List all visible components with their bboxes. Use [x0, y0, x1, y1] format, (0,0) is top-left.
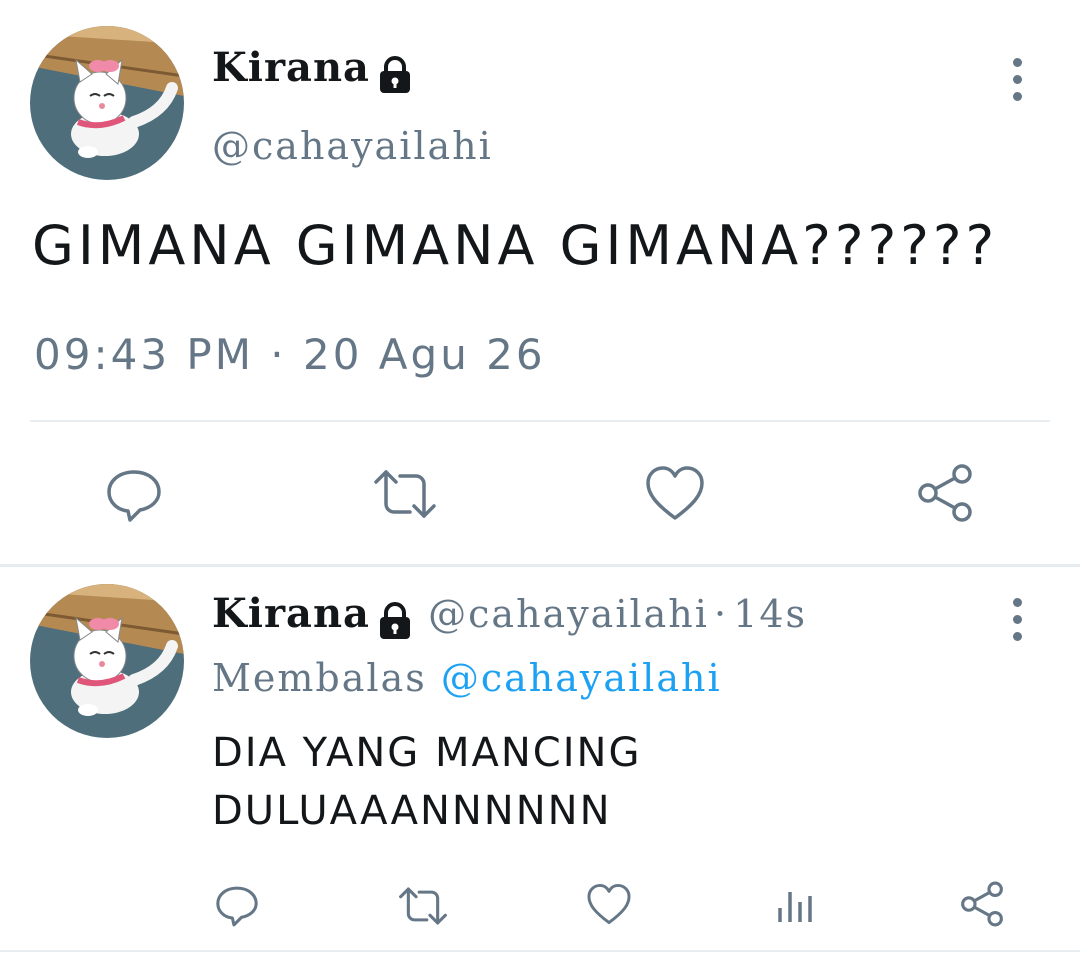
- tweet-text-line: DIA YANG MANCING: [212, 730, 642, 776]
- reply-prefix: Membalas: [212, 656, 427, 700]
- like-icon[interactable]: [586, 882, 632, 930]
- reply-icon[interactable]: [104, 464, 164, 528]
- tweet-age: 14s: [733, 592, 808, 636]
- lock-icon: [375, 601, 415, 645]
- display-name[interactable]: Kirana: [212, 44, 370, 91]
- divider: [0, 950, 1080, 952]
- avatar[interactable]: [30, 26, 184, 180]
- tweet-text: GIMANA GIMANA GIMANA??????: [32, 214, 999, 277]
- user-handle[interactable]: @cahayailahi: [212, 124, 493, 168]
- user-handle[interactable]: @cahayailahi: [428, 592, 709, 636]
- divider: [30, 420, 1050, 422]
- share-icon[interactable]: [958, 880, 1006, 932]
- retweet-icon[interactable]: [370, 466, 440, 526]
- display-name[interactable]: Kirana: [212, 590, 370, 637]
- section-divider: [0, 564, 1080, 567]
- tweet-timestamp[interactable]: 09:43 PM · 20 Agu 26: [34, 330, 546, 379]
- tweet-text-line: DULUAAANNNNNN: [212, 788, 612, 834]
- separator: ·: [714, 592, 729, 636]
- analytics-icon[interactable]: [776, 884, 816, 928]
- more-vertical-icon[interactable]: [1010, 58, 1024, 109]
- avatar[interactable]: [30, 584, 184, 738]
- retweet-icon[interactable]: [396, 884, 450, 932]
- lock-icon: [375, 55, 415, 99]
- reply-icon[interactable]: [214, 882, 260, 932]
- share-icon[interactable]: [914, 462, 976, 528]
- like-icon[interactable]: [644, 464, 706, 526]
- more-vertical-icon[interactable]: [1010, 598, 1024, 649]
- reply-to-link[interactable]: @cahayailahi: [441, 656, 722, 700]
